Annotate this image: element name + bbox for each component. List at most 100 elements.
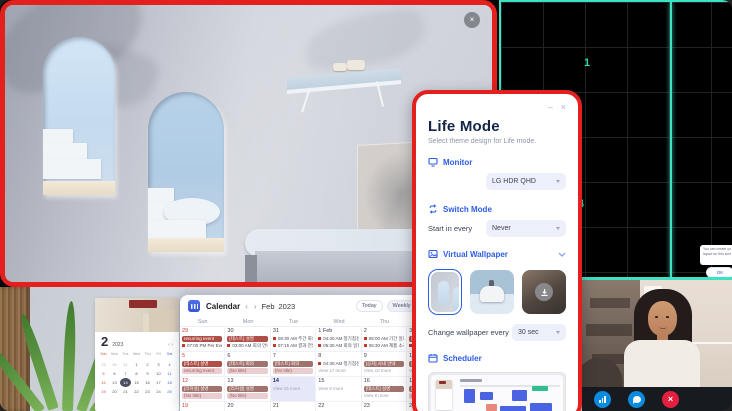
plant-leaf	[62, 301, 77, 411]
calendar-day-cell[interactable]: 22[테스트] 설명	[316, 402, 361, 411]
event-item: [테스트] 회의	[227, 361, 267, 367]
switch-interval-dropdown[interactable]: Never	[486, 220, 566, 237]
end-call-button[interactable]: ×	[662, 391, 679, 408]
day-header: Sun	[180, 317, 225, 327]
event-item: [공지] 사내 안내	[364, 361, 404, 367]
shelf-item	[347, 60, 365, 70]
tooltip-ok-button[interactable]: OK	[706, 267, 732, 278]
prev-month-button[interactable]: ‹	[245, 302, 248, 311]
paper-date: 9	[142, 369, 153, 378]
paper-date: 4	[164, 360, 175, 369]
paper-date: 14	[120, 378, 131, 387]
calendar-day-cell[interactable]: 208:00 AM 기간 일정06:30 AM 제품 소개View 10 mor…	[362, 327, 407, 351]
calendar-year: 2023	[279, 302, 296, 311]
monitor-dropdown-value: LG HDR QHD	[492, 178, 536, 185]
view-more-link[interactable]: View 7 more	[182, 375, 222, 376]
paper-date: 6	[109, 369, 120, 378]
event-item: 05:30 AM 회의 일정	[318, 343, 358, 349]
calendar-day-cell[interactable]: 30[테스트] 설명03:00 AM 회의 안내View 23 more	[225, 327, 270, 351]
wallpaper-thumb-2[interactable]	[470, 270, 514, 314]
wallpaper-thumb-download[interactable]	[522, 270, 566, 314]
date-label: 29	[182, 328, 222, 335]
paper-date: 20	[109, 387, 120, 396]
monitor-dropdown[interactable]: LG HDR QHD	[486, 173, 566, 190]
calendar-day-cell[interactable]: 13[리허설] 설명(No title)View 13 more	[225, 377, 270, 401]
event-item: 08:00 AM 기간 일정	[364, 336, 404, 342]
view-more-link[interactable]: View 10 more	[364, 368, 404, 374]
paper-weekday: Thu	[142, 350, 153, 359]
signal-bars-icon	[599, 395, 606, 403]
view-more-link[interactable]: View 13 more	[227, 400, 267, 401]
close-button[interactable]: ×	[561, 102, 566, 112]
calendar-day-cell[interactable]: 3108:30 AM 주간 회의07:15 AM 결과 전달View 12 mo…	[271, 327, 316, 351]
image-icon	[428, 249, 438, 259]
view-more-link[interactable]: View 9 more	[318, 386, 358, 392]
calendar-icon	[428, 353, 438, 363]
paper-month: 2	[101, 334, 108, 349]
event-item: [리허설] 설명	[182, 386, 222, 392]
calendar-day-cell[interactable]: 19[테스트] 설명	[180, 402, 225, 411]
calendar-day-cell[interactable]: 6[테스트] 회의(No title)View 20 more	[225, 352, 270, 376]
illustration-steps	[149, 310, 175, 332]
next-month-button[interactable]: ›	[254, 302, 257, 311]
chat-button[interactable]	[628, 391, 645, 408]
scheduler-preview[interactable]	[428, 372, 566, 411]
paper-weekday: Tue	[120, 350, 131, 359]
view-more-link[interactable]: View 10 more	[364, 350, 404, 351]
close-icon[interactable]: ×	[464, 12, 480, 28]
calendar-day-cell[interactable]: 9[공지] 사내 안내View 10 more	[362, 352, 407, 376]
view-more-link[interactable]: View 5 more	[182, 350, 222, 351]
paper-calendar-grid: 2930311234567891011121314151617181920212…	[95, 359, 179, 396]
event-item: (No title)	[227, 393, 267, 399]
minimize-button[interactable]: –	[548, 102, 553, 112]
calendar-day-cell[interactable]: 20[테스트] 설명	[225, 402, 270, 411]
view-more-link[interactable]: View 8 more	[364, 393, 404, 399]
calendar-day-cell[interactable]: 29recurring event07:00 PM Per EventView …	[180, 327, 225, 351]
view-more-link[interactable]: View 16 more	[182, 400, 222, 401]
view-more-link[interactable]: View 3 more	[318, 350, 358, 351]
participant-face	[648, 301, 677, 336]
event-item: [리허설] 설명	[227, 386, 267, 392]
view-more-link[interactable]: View 15 more	[273, 386, 313, 392]
paper-nav-arrows: ‹ ›	[168, 342, 173, 348]
tooltip-popup: You can create your own layout for this …	[700, 245, 732, 265]
shelf-shadow	[586, 324, 632, 336]
date-label: 6	[227, 353, 267, 360]
wallpaper-thumb-selected[interactable]	[428, 269, 462, 315]
calendar-day-cell[interactable]: 12[리허설] 설명(No title)View 16 more	[180, 377, 225, 401]
calendar-day-cell[interactable]: 21[테스트] 설명	[271, 402, 316, 411]
view-more-link[interactable]: View 17 more	[318, 368, 358, 374]
calendar-day-cell[interactable]: 5[테스트] 설명recurring eventView 7 more	[180, 352, 225, 376]
tooltip-line-2: layout for this screen.	[703, 252, 731, 257]
calendar-day-cell[interactable]: 7[테스트] 회의(No title)View 7 more	[271, 352, 316, 376]
event-item: recurring event	[182, 368, 222, 374]
wallpaper-interval-dropdown[interactable]: 30 sec	[512, 324, 566, 341]
view-more-link[interactable]: View 23 more	[227, 350, 267, 351]
calendar-day-cell[interactable]: 23[테스트] 설명	[362, 402, 407, 411]
view-more-link[interactable]: View 7 more	[273, 375, 313, 376]
paper-date: 8	[131, 369, 142, 378]
calendar-day-cell[interactable]: 1 Feb04:30 AM 정기점검05:30 AM 회의 일정View 3 m…	[316, 327, 361, 351]
chevron-collapse-icon[interactable]	[558, 252, 566, 257]
network-quality-button[interactable]	[594, 391, 611, 408]
calendar-day-cell[interactable]: 16[테스트] 설명View 8 more	[362, 377, 407, 401]
paper-weekday: Sat	[164, 350, 175, 359]
wallpaper-interval-value: 30 sec	[518, 329, 539, 336]
switch-mode-section-label: Switch Mode	[443, 205, 492, 214]
view-more-link[interactable]: View 12 more	[273, 350, 313, 351]
event-item: (No title)	[227, 368, 267, 374]
day-header: Tue	[271, 317, 316, 327]
illustration-awning	[129, 300, 157, 308]
today-button[interactable]: Today	[356, 300, 383, 312]
paper-date: 18	[164, 378, 175, 387]
calendar-day-cell[interactable]: 15View 9 more	[316, 377, 361, 401]
view-more-link[interactable]: View 20 more	[227, 375, 267, 376]
download-icon	[535, 283, 553, 301]
calendar-day-cell[interactable]: 14View 15 more	[271, 377, 316, 401]
calendar-day-cell[interactable]: 804:30 AM 정기점검View 17 more	[316, 352, 361, 376]
screen: 1 4 You can create your own layout for t…	[0, 0, 732, 411]
date-label: 16	[364, 378, 404, 385]
chevron-down-icon	[556, 227, 560, 230]
date-label: 19	[182, 403, 222, 410]
date-label: 9	[364, 353, 404, 360]
